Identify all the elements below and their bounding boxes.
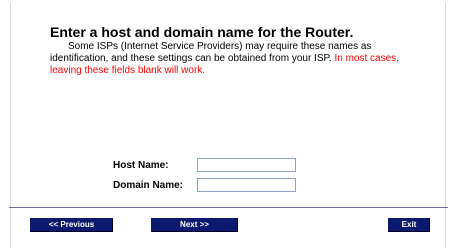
page-description: Some ISPs (Internet Service Providers) m… [50, 41, 410, 77]
host-name-label: Host Name: [113, 160, 169, 171]
domain-name-input[interactable] [197, 178, 296, 192]
footer-divider [9, 207, 448, 208]
description-text: Some ISPs (Internet Service Providers) m… [50, 41, 372, 64]
next-button[interactable]: Next >> [151, 218, 238, 232]
previous-button[interactable]: << Previous [30, 218, 113, 232]
page-heading: Enter a host and domain name for the Rou… [50, 24, 354, 40]
domain-name-label: Domain Name: [113, 180, 184, 191]
host-name-input[interactable] [197, 158, 296, 172]
exit-button[interactable]: Exit [388, 218, 430, 232]
